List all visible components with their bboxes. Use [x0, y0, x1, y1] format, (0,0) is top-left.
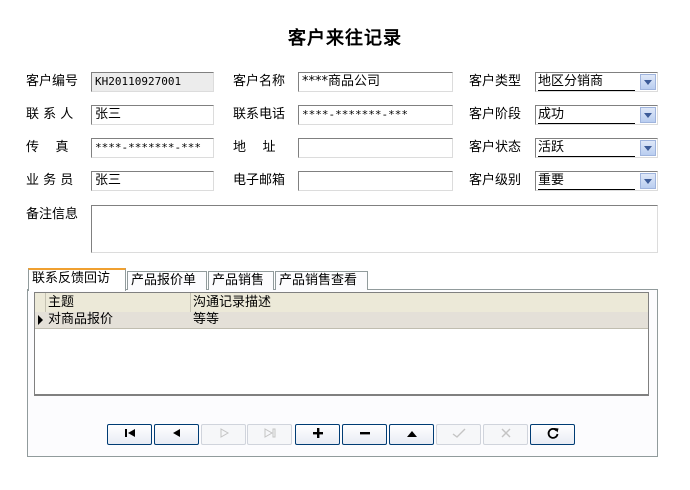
salesman-label: 业 务 员 — [26, 173, 74, 188]
prior-record-button[interactable] — [154, 424, 199, 445]
fax-label: 传 真 — [26, 140, 69, 155]
grid-bottom-line — [35, 394, 648, 395]
edit-record-icon — [405, 427, 419, 442]
email-label: 电子邮箱 — [233, 173, 286, 188]
stage-combo[interactable]: 成功 — [535, 105, 658, 125]
cancel-record-button[interactable] — [483, 424, 528, 445]
row-subject: 对商品报价 — [48, 312, 114, 327]
column-header-description[interactable]: 沟通记录描述 — [193, 293, 271, 312]
form-title: 客户来往记录 — [288, 28, 402, 49]
insert-record-icon — [312, 427, 324, 442]
customer-no-label: 客户编号 — [26, 74, 79, 89]
fax-field[interactable]: ****-*******-*** — [91, 138, 214, 158]
refresh-record-button[interactable] — [530, 424, 575, 445]
next-record-button[interactable] — [201, 424, 246, 445]
contact-field[interactable]: 张三 — [91, 105, 214, 125]
contact-label: 联 系 人 — [26, 107, 74, 122]
address-label: 地 址 — [233, 140, 276, 155]
address-field[interactable] — [298, 138, 453, 158]
chevron-down-icon[interactable] — [640, 140, 656, 156]
delete-record-icon — [359, 427, 371, 443]
level-label: 客户级别 — [469, 173, 522, 188]
level-value: 重要 — [538, 172, 635, 190]
stage-value: 成功 — [538, 106, 635, 124]
refresh-record-icon — [546, 426, 560, 444]
first-record-icon — [123, 427, 137, 442]
grid-header: 主题 沟通记录描述 — [35, 293, 648, 313]
tab-sales-view[interactable]: 产品销售查看 — [275, 271, 368, 290]
phone-field[interactable]: ****-*******-*** — [298, 105, 453, 125]
table-row[interactable]: 对商品报价 等等 — [35, 312, 648, 329]
row-description: 等等 — [193, 312, 220, 327]
post-record-button[interactable] — [436, 424, 481, 445]
tab-feedback[interactable]: 联系反馈回访 — [28, 268, 126, 291]
last-record-icon — [263, 427, 277, 442]
customer-name-label: 客户名称 — [233, 74, 286, 89]
phone-label: 联系电话 — [233, 107, 286, 122]
status-label: 客户状态 — [469, 140, 522, 155]
row-pointer-icon — [38, 315, 43, 325]
stage-label: 客户阶段 — [469, 107, 522, 122]
status-value: 活跃 — [538, 139, 635, 157]
delete-record-button[interactable] — [342, 424, 387, 445]
salesman-field[interactable]: 张三 — [91, 171, 214, 191]
remarks-label: 备注信息 — [26, 207, 79, 222]
cancel-record-icon — [500, 427, 512, 443]
remarks-memo[interactable] — [91, 205, 658, 253]
first-record-button[interactable] — [107, 424, 152, 445]
chevron-down-icon[interactable] — [640, 173, 656, 189]
records-grid[interactable]: 主题 沟通记录描述 对商品报价 等等 — [34, 292, 649, 396]
tab-sales[interactable]: 产品销售 — [208, 271, 274, 290]
last-record-button[interactable] — [247, 424, 292, 445]
next-record-icon — [217, 427, 231, 442]
email-field[interactable] — [298, 171, 453, 191]
customer-type-value: 地区分销商 — [538, 73, 635, 91]
insert-record-button[interactable] — [295, 424, 340, 445]
edit-record-button[interactable] — [389, 424, 434, 445]
customer-no-field[interactable]: KH20110927001 — [91, 72, 214, 92]
chevron-down-icon[interactable] — [640, 107, 656, 123]
chevron-down-icon[interactable] — [640, 74, 656, 90]
status-combo[interactable]: 活跃 — [535, 138, 658, 158]
tab-quotation[interactable]: 产品报价单 — [127, 271, 207, 290]
customer-type-label: 客户类型 — [469, 74, 522, 89]
customer-name-field[interactable]: ****商品公司 — [298, 72, 453, 92]
customer-type-combo[interactable]: 地区分销商 — [535, 72, 658, 92]
level-combo[interactable]: 重要 — [535, 171, 658, 191]
post-record-icon — [451, 427, 467, 443]
column-header-subject[interactable]: 主题 — [48, 293, 74, 312]
prior-record-icon — [170, 427, 184, 442]
